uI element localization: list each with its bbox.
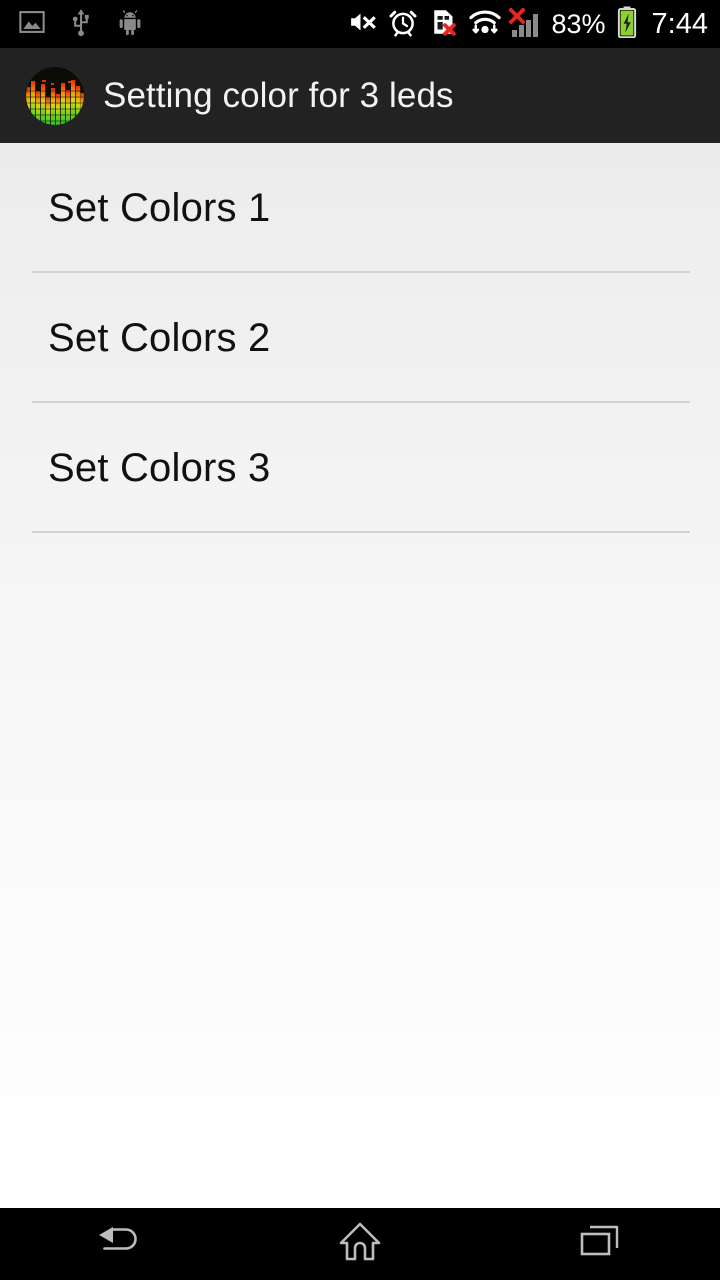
- android-icon: [116, 8, 144, 41]
- status-bar-clock: 7:44: [651, 7, 708, 40]
- sim-card-missing-icon: [428, 7, 458, 42]
- list-item-set-colors-3[interactable]: Set Colors 3: [0, 403, 720, 533]
- app-bar: Setting color for 3 leds: [0, 48, 720, 143]
- wifi-icon: [468, 7, 502, 42]
- back-icon: [94, 1221, 146, 1268]
- battery-percentage: 83%: [551, 8, 606, 39]
- recents-icon: [577, 1221, 623, 1268]
- volume-mute-icon: [348, 7, 378, 42]
- status-bar: 83% 7:44: [0, 0, 720, 48]
- no-service-x-icon: [508, 7, 526, 30]
- list-item-label: Set Colors 1: [48, 186, 271, 230]
- status-bar-system-icons: 83% 7:44: [348, 5, 708, 43]
- image-icon: [18, 8, 46, 41]
- app-bar-title: Setting color for 3 leds: [103, 75, 454, 115]
- status-bar-notification-icons: [18, 7, 144, 42]
- usb-icon: [68, 7, 94, 42]
- list-item-set-colors-1[interactable]: Set Colors 1: [0, 143, 720, 273]
- back-button[interactable]: [40, 1208, 200, 1280]
- navigation-bar: [0, 1208, 720, 1280]
- home-button[interactable]: [280, 1208, 440, 1280]
- list-item-label: Set Colors 2: [48, 316, 271, 360]
- android-screen: 83% 7:44 Setting color for 3 leds Set Co…: [0, 0, 720, 1280]
- equalizer-app-icon: [26, 66, 84, 125]
- list-divider: [32, 531, 690, 533]
- list-item-label: Set Colors 3: [48, 446, 271, 490]
- home-icon: [337, 1219, 383, 1270]
- list-item-set-colors-2[interactable]: Set Colors 2: [0, 273, 720, 403]
- alarm-clock-icon: [388, 7, 418, 42]
- cellular-signal-icon: [508, 8, 542, 39]
- color-settings-list: Set Colors 1 Set Colors 2 Set Colors 3: [0, 143, 720, 533]
- main-content: Set Colors 1 Set Colors 2 Set Colors 3: [0, 143, 720, 1208]
- battery-charging-icon: [616, 5, 638, 43]
- recents-button[interactable]: [520, 1208, 680, 1280]
